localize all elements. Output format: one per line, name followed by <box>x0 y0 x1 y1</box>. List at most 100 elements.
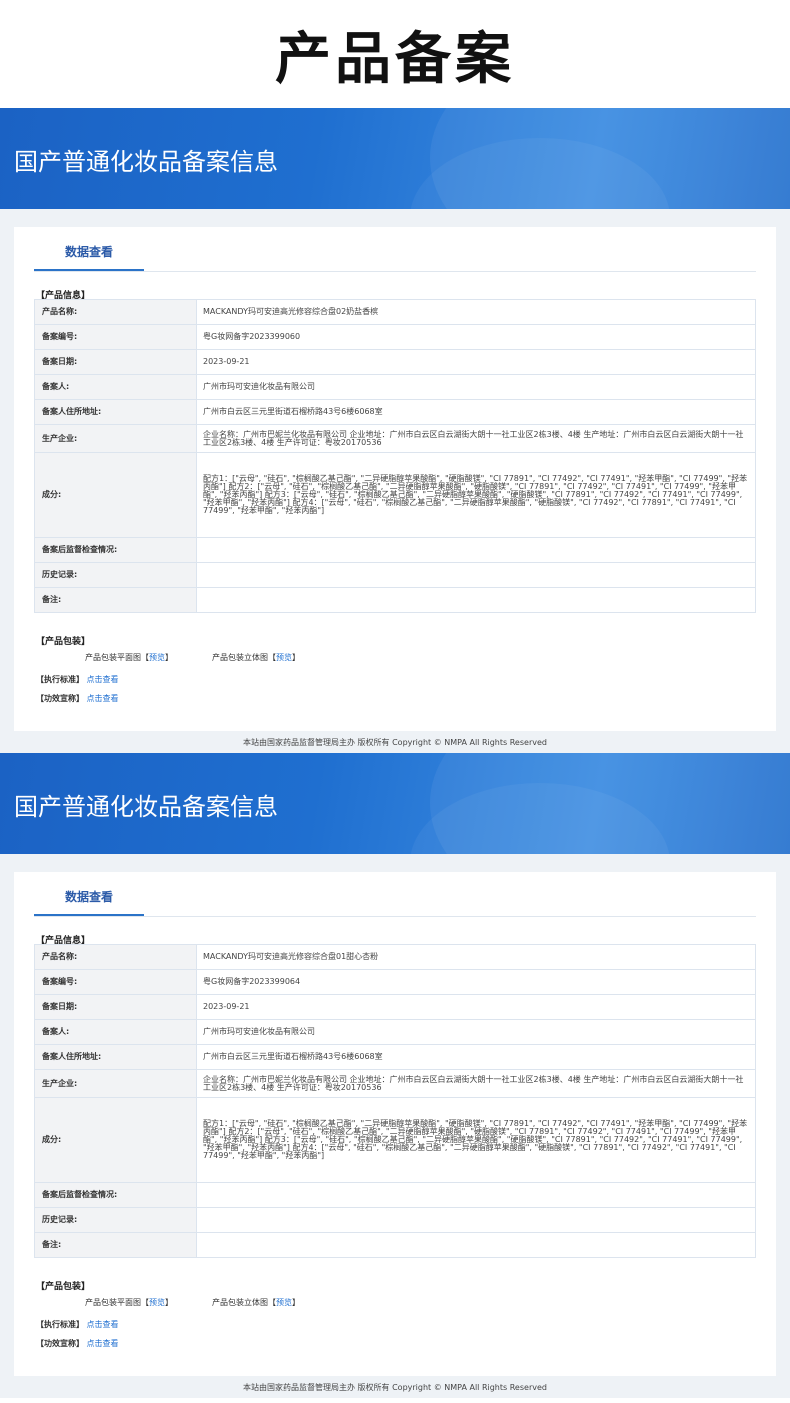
supervision-value <box>196 1182 756 1208</box>
row-label: 备案后监督检查情况: <box>34 537 197 563</box>
record-date-value: 2023-09-21 <box>196 994 756 1020</box>
tab-data-view[interactable]: 数据查看 <box>34 241 144 271</box>
bracket-close: 】 <box>292 1298 300 1307</box>
record-date-value: 2023-09-21 <box>196 349 756 375</box>
record-section: 国产普通化妆品备案信息 数据查看 【产品信息】 产品名称: MACKANDY玛可安… <box>0 753 790 1398</box>
content-panel: 数据查看 【产品信息】 产品名称: MACKANDY玛可安迪高光修容综合盘02奶盐… <box>14 227 776 731</box>
product-info-table: 产品名称: MACKANDY玛可安迪高光修容综合盘01甜心杏粉 备案编号: 粤G妆网… <box>34 944 756 1258</box>
bracket-open: 【 <box>141 1298 149 1307</box>
table-row: 备案日期: 2023-09-21 <box>34 994 756 1020</box>
table-row: 备案人住所地址: 广州市白云区三元里街道石榴桥路43号6楼6068室 <box>34 1044 756 1070</box>
row-label: 生产企业: <box>34 1069 197 1098</box>
table-row: 生产企业: 企业名称：广州市巴妮兰化妆品有限公司 企业地址：广州市白云区白云湖街大… <box>34 424 756 453</box>
product-info-table: 产品名称: MACKANDY玛可安迪高光修容综合盘02奶盐香槟 备案编号: 粤G妆网… <box>34 299 756 613</box>
tab-bar: 数据查看 <box>34 886 756 917</box>
efficacy-view-link[interactable]: 点击查看 <box>87 1339 119 1348</box>
row-label: 备案人: <box>34 1019 197 1045</box>
efficacy-row: 【功效宣称】 点击查看 <box>36 1338 119 1349</box>
bracket-open: 【 <box>268 1298 276 1307</box>
standard-label: 【执行标准】 <box>36 675 84 684</box>
efficacy-view-link[interactable]: 点击查看 <box>87 694 119 703</box>
package-flat-preview-link[interactable]: 预览 <box>149 653 165 662</box>
remarks-value <box>196 1232 756 1258</box>
table-row: 备注: <box>34 1232 756 1258</box>
registrant-value: 广州市玛可安迪化妆品有限公司 <box>196 1019 756 1045</box>
standard-view-link[interactable]: 点击查看 <box>87 675 119 684</box>
package-3d-row: 产品包装立体图【预览】 <box>212 652 300 663</box>
table-row: 成分: 配方1：["云母", "硅石", "棕榈酸乙基己酯", "二异硬脂醇苹果酸… <box>34 1097 756 1183</box>
table-row: 历史记录: <box>34 1207 756 1233</box>
remarks-value <box>196 587 756 613</box>
banner-title: 国产普通化妆品备案信息 <box>14 793 278 821</box>
row-label: 产品名称: <box>34 944 197 970</box>
row-label: 成分: <box>34 1097 197 1183</box>
package-flat-label: 产品包装平面图 <box>85 653 141 662</box>
row-label: 备案编号: <box>34 969 197 995</box>
row-label: 历史记录: <box>34 562 197 588</box>
table-row: 备案人: 广州市玛可安迪化妆品有限公司 <box>34 374 756 400</box>
tab-bar: 数据查看 <box>34 241 756 272</box>
record-number-value: 粤G妆网备字2023399064 <box>196 969 756 995</box>
standard-row: 【执行标准】 点击查看 <box>36 1319 119 1330</box>
registrant-address-value: 广州市白云区三元里街道石榴桥路43号6楼6068室 <box>196 399 756 425</box>
package-flat-row: 产品包装平面图【预览】 <box>85 1297 173 1308</box>
efficacy-label: 【功效宣称】 <box>36 694 84 703</box>
section-package: 【产品包装】 <box>36 637 91 647</box>
table-row: 产品名称: MACKANDY玛可安迪高光修容综合盘02奶盐香槟 <box>34 299 756 325</box>
row-label: 生产企业: <box>34 424 197 453</box>
row-label: 备案编号: <box>34 324 197 350</box>
package-flat-label: 产品包装平面图 <box>85 1298 141 1307</box>
row-label: 备案人住所地址: <box>34 399 197 425</box>
table-row: 备案人: 广州市玛可安迪化妆品有限公司 <box>34 1019 756 1045</box>
package-3d-preview-link[interactable]: 预览 <box>276 1298 292 1307</box>
supervision-value <box>196 537 756 563</box>
table-row: 备案后监督检查情况: <box>34 537 756 563</box>
package-3d-row: 产品包装立体图【预览】 <box>212 1297 300 1308</box>
row-label: 历史记录: <box>34 1207 197 1233</box>
package-3d-label: 产品包装立体图 <box>212 653 268 662</box>
standard-label: 【执行标准】 <box>36 1320 84 1329</box>
standard-view-link[interactable]: 点击查看 <box>87 1320 119 1329</box>
section-package: 【产品包装】 <box>36 1282 91 1292</box>
banner: 国产普通化妆品备案信息 <box>0 108 790 209</box>
row-label: 备案日期: <box>34 349 197 375</box>
table-row: 产品名称: MACKANDY玛可安迪高光修容综合盘01甜心杏粉 <box>34 944 756 970</box>
registrant-value: 广州市玛可安迪化妆品有限公司 <box>196 374 756 400</box>
bracket-close: 】 <box>165 653 173 662</box>
table-row: 备案后监督检查情况: <box>34 1182 756 1208</box>
table-row: 备案日期: 2023-09-21 <box>34 349 756 375</box>
table-row: 备注: <box>34 587 756 613</box>
ingredients-value: 配方1：["云母", "硅石", "棕榈酸乙基己酯", "二异硬脂醇苹果酸酯",… <box>196 452 756 538</box>
efficacy-label: 【功效宣称】 <box>36 1339 84 1348</box>
footer-copyright: 本站由国家药品监督管理局主办 版权所有 Copyright © NMPA All… <box>243 738 547 747</box>
table-row: 历史记录: <box>34 562 756 588</box>
table-row: 备案编号: 粤G妆网备字2023399060 <box>34 324 756 350</box>
standard-row: 【执行标准】 点击查看 <box>36 674 119 685</box>
history-value <box>196 562 756 588</box>
tab-data-view[interactable]: 数据查看 <box>34 886 144 916</box>
efficacy-row: 【功效宣称】 点击查看 <box>36 693 119 704</box>
banner: 国产普通化妆品备案信息 <box>0 753 790 854</box>
table-row: 生产企业: 企业名称：广州市巴妮兰化妆品有限公司 企业地址：广州市白云区白云湖街大… <box>34 1069 756 1098</box>
table-row: 成分: 配方1：["云母", "硅石", "棕榈酸乙基己酯", "二异硬脂醇苹果酸… <box>34 452 756 538</box>
row-label: 备注: <box>34 1232 197 1258</box>
table-row: 备案人住所地址: 广州市白云区三元里街道石榴桥路43号6楼6068室 <box>34 399 756 425</box>
package-3d-preview-link[interactable]: 预览 <box>276 653 292 662</box>
row-label: 备案人住所地址: <box>34 1044 197 1070</box>
bracket-close: 】 <box>292 653 300 662</box>
row-label: 备注: <box>34 587 197 613</box>
page-title: 产品备案 <box>275 26 515 92</box>
record-number-value: 粤G妆网备字2023399060 <box>196 324 756 350</box>
manufacturer-value: 企业名称：广州市巴妮兰化妆品有限公司 企业地址：广州市白云区白云湖街大朗十一社工… <box>196 1069 756 1098</box>
history-value <box>196 1207 756 1233</box>
package-3d-label: 产品包装立体图 <box>212 1298 268 1307</box>
package-flat-preview-link[interactable]: 预览 <box>149 1298 165 1307</box>
banner-title: 国产普通化妆品备案信息 <box>14 148 278 176</box>
content-panel: 数据查看 【产品信息】 产品名称: MACKANDY玛可安迪高光修容综合盘01甜心… <box>14 872 776 1376</box>
table-row: 备案编号: 粤G妆网备字2023399064 <box>34 969 756 995</box>
bracket-open: 【 <box>268 653 276 662</box>
footer-copyright: 本站由国家药品监督管理局主办 版权所有 Copyright © NMPA All… <box>243 1383 547 1392</box>
ingredients-value: 配方1：["云母", "硅石", "棕榈酸乙基己酯", "二异硬脂醇苹果酸酯",… <box>196 1097 756 1183</box>
bracket-open: 【 <box>141 653 149 662</box>
row-label: 备案后监督检查情况: <box>34 1182 197 1208</box>
